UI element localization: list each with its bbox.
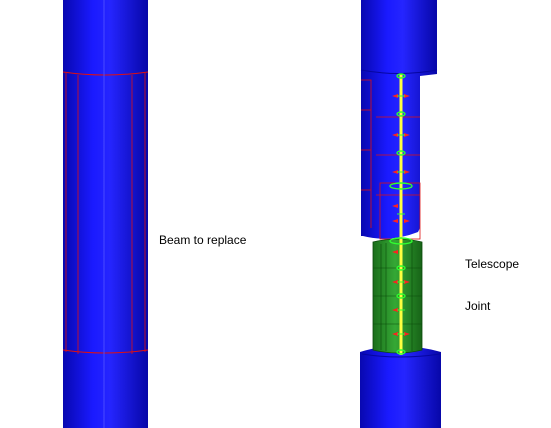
beam-to-replace xyxy=(62,0,149,428)
lower-tube xyxy=(360,346,441,428)
telescope-label-line2: Joint xyxy=(465,299,491,313)
telescope-label-line1: Telescope xyxy=(465,257,520,271)
left-beam-body xyxy=(63,0,148,428)
lower-tube-body xyxy=(360,346,441,428)
beam-to-replace-label: Beam to replace xyxy=(159,233,247,247)
telescope-assembly xyxy=(360,0,441,428)
telescope-joint-label: Telescope Joint xyxy=(465,229,519,327)
upper-tube-body xyxy=(361,0,437,239)
upper-tube xyxy=(360,0,438,239)
diagram-canvas xyxy=(62,0,441,428)
